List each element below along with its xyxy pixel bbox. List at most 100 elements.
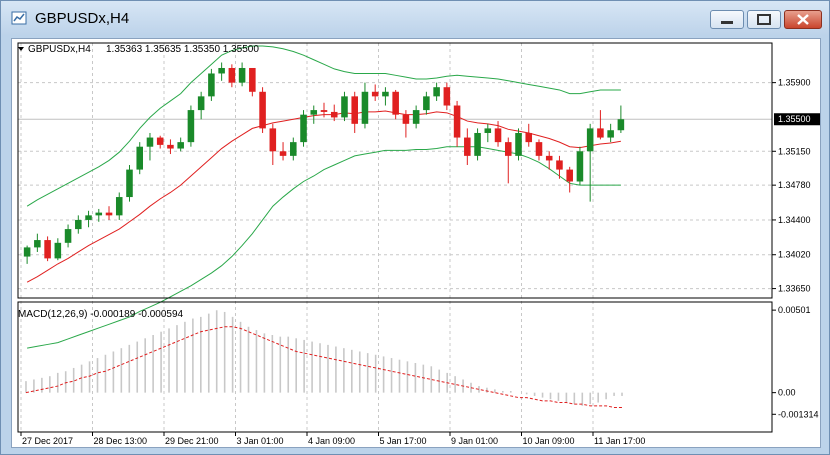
candle-body	[535, 142, 543, 156]
candle-body	[187, 110, 195, 143]
candle-body	[177, 142, 184, 149]
candle-body	[515, 132, 522, 156]
close-button[interactable]	[784, 10, 822, 29]
candle-body	[545, 155, 553, 161]
candle-body	[341, 96, 348, 118]
candle-body	[351, 96, 358, 124]
symbol-label: GBPUSDx,H4	[28, 44, 91, 55]
x-tick-label: 4 Jan 09:00	[308, 436, 355, 446]
candles	[23, 62, 625, 264]
candle-body	[34, 240, 41, 248]
candle-body	[597, 128, 604, 138]
candle-body	[617, 119, 625, 131]
candle-body	[279, 151, 287, 156]
y-tick-label: 1.34400	[778, 215, 811, 225]
ohlc-values: 1.35363 1.35635 1.35350 1.35500	[106, 44, 259, 55]
candle-body	[75, 219, 82, 230]
candle-body	[54, 242, 62, 259]
candle-body	[525, 132, 533, 143]
candle-body	[259, 91, 266, 129]
x-tick-label: 10 Jan 09:00	[523, 436, 575, 446]
y-tick-label: 1.33650	[778, 284, 811, 294]
candle-body	[392, 91, 399, 115]
candle-body	[249, 67, 256, 92]
macd-signal-line	[25, 326, 623, 408]
candle-body	[556, 160, 563, 170]
minimize-icon	[721, 21, 733, 24]
candle-body	[269, 128, 277, 152]
chart-canvas[interactable]: 1.35900 1.35150 1.34780 1.34400 1.34020 1.336…	[12, 39, 820, 447]
candle-body	[300, 114, 307, 143]
candle-body	[576, 151, 584, 182]
macd-indicator	[25, 310, 623, 408]
candle-body	[484, 128, 492, 133]
candle-body	[504, 142, 512, 156]
x-tick-label: 27 Dec 2017	[22, 436, 73, 446]
candle-body	[146, 137, 154, 147]
maximize-icon	[757, 14, 771, 25]
candle-body	[566, 169, 573, 182]
candle-body	[238, 67, 246, 83]
candle-body	[218, 67, 225, 74]
candle-body	[586, 128, 594, 152]
axes: 1.35900 1.35150 1.34780 1.34400 1.34020 1.336…	[17, 42, 819, 446]
candle-body	[167, 144, 174, 149]
minimize-button[interactable]	[710, 10, 744, 29]
candle-body	[330, 111, 338, 118]
macd-y-tick-label: 0.00	[778, 388, 796, 398]
chart-window: GBPUSDx,H4 1.35900 1.35150 1.34780 1.34400 1…	[0, 0, 830, 455]
x-tick-label: 11 Jan 17:00	[594, 436, 645, 446]
current-price-tag: 1.35500	[774, 113, 820, 126]
candle-body	[443, 87, 451, 106]
candle-body	[115, 197, 123, 216]
x-tick-label: 9 Jan 01:00	[451, 436, 498, 446]
candle-body	[382, 91, 389, 97]
candle-body	[228, 67, 236, 83]
candle-body	[85, 215, 92, 220]
candle-body	[402, 114, 410, 124]
candle-body	[607, 130, 614, 138]
maximize-button[interactable]	[747, 10, 781, 29]
macd-label: MACD(12,26,9) -0.000189 -0.000594	[18, 309, 184, 320]
y-tick-label: 1.34020	[778, 250, 811, 260]
candle-body	[156, 137, 164, 145]
window-title: GBPUSDx,H4	[35, 10, 130, 27]
candle-body	[95, 212, 103, 216]
candle-body	[320, 110, 328, 112]
chart-area[interactable]: 1.35900 1.35150 1.34780 1.34400 1.34020 1.336…	[11, 38, 821, 448]
y-tick-label: 1.35900	[778, 78, 811, 88]
candle-body	[136, 146, 144, 170]
candle-body	[474, 132, 481, 156]
candle-body	[310, 110, 318, 115]
x-tick-label: 29 Dec 21:00	[165, 436, 219, 446]
candle-body	[64, 229, 72, 243]
current-price-label: 1.35500	[778, 114, 811, 124]
triangle-down-icon[interactable]	[18, 47, 24, 51]
candle-body	[371, 91, 379, 97]
candle-body	[290, 142, 297, 156]
candle-body	[453, 105, 461, 138]
y-tick-label: 1.34780	[778, 180, 811, 190]
chart-window-icon	[11, 11, 27, 25]
macd-y-tick-label: 0.00501	[778, 305, 811, 315]
x-tick-label: 5 Jan 17:00	[380, 436, 427, 446]
bollinger-upper-line	[26, 45, 621, 207]
candle-body	[464, 137, 471, 156]
candle-body	[494, 128, 502, 143]
y-tick-label: 1.35150	[778, 146, 811, 156]
candle-body	[208, 73, 215, 97]
candle-body	[433, 87, 440, 97]
candle-body	[44, 240, 51, 259]
title-bar[interactable]: GBPUSDx,H4	[1, 1, 829, 35]
close-icon	[797, 14, 809, 25]
macd-y-tick-label: -0.001314	[778, 409, 819, 419]
candle-body	[197, 96, 205, 111]
candle-body	[412, 110, 420, 124]
candle-body	[423, 96, 430, 111]
candle-body	[23, 247, 31, 257]
x-tick-label: 3 Jan 01:00	[237, 436, 284, 446]
x-tick-label: 28 Dec 13:00	[94, 436, 148, 446]
macd-pane-frame	[17, 301, 773, 433]
candle-body	[105, 212, 113, 216]
candle-body	[361, 91, 369, 124]
